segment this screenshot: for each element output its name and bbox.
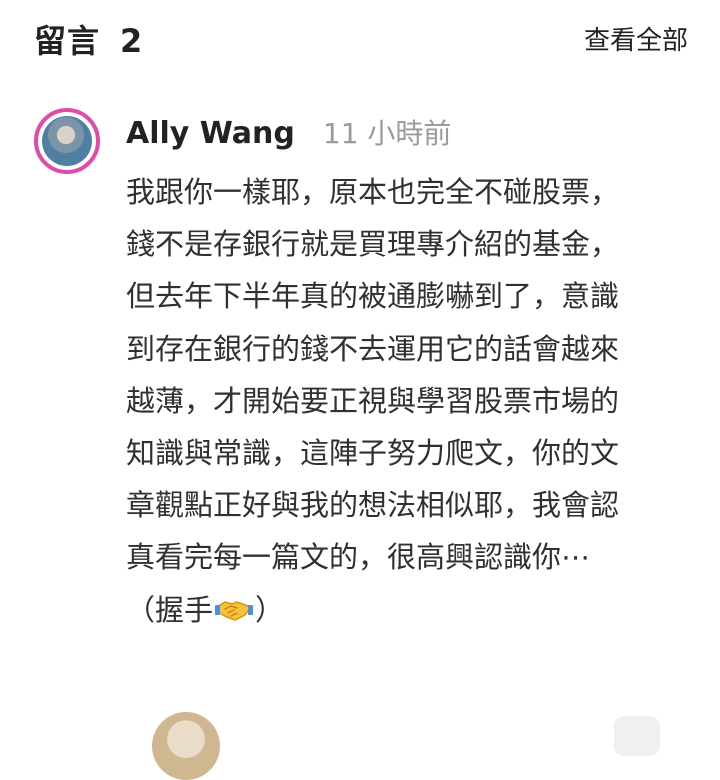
comments-header: 留言 2 查看全部 bbox=[34, 14, 688, 60]
comment-body: 我跟你一樣耶，原本也完全不碰股票， 錢不是存銀行就是買理專介紹的基金， 但去年下… bbox=[126, 166, 686, 636]
comment-time: 11 小時前 bbox=[322, 117, 452, 150]
comments-title: 留言 2 bbox=[34, 16, 143, 62]
comment-line: 我跟你一樣耶，原本也完全不碰股票， bbox=[126, 175, 620, 209]
comment-author[interactable]: Ally Wang bbox=[126, 116, 295, 151]
comment-line: 到存在銀行的錢不去運用它的話會越來 bbox=[126, 331, 620, 366]
comment-line: 知識與常識，這陣子努力爬文，你的文 bbox=[126, 436, 620, 471]
comments-title-label: 留言 bbox=[34, 22, 101, 60]
comment-line: 章觀點正好與我的想法相似耶，我會認 bbox=[126, 488, 620, 523]
comment-line: 錢不是存銀行就是買理專介紹的基金， bbox=[126, 227, 620, 262]
comment-line: 真看完每一篇文的，很高興認識你⋯ bbox=[126, 540, 591, 575]
next-comment-icon[interactable] bbox=[614, 716, 660, 756]
view-all-link[interactable]: 查看全部 bbox=[584, 20, 688, 57]
comment-last-close: ） bbox=[255, 592, 285, 627]
comment-last-open: （握手 bbox=[126, 592, 214, 627]
comments-count: 2 bbox=[120, 22, 144, 60]
comment-meta: Ally Wang 11 小時前 bbox=[126, 112, 451, 152]
handshake-icon bbox=[215, 600, 254, 621]
comment-line: 越薄，才開始要正視與學習股票市場的 bbox=[126, 383, 620, 418]
avatar-image bbox=[42, 116, 92, 166]
comment-line: 但去年下半年真的被通膨嚇到了，意識 bbox=[126, 279, 620, 314]
next-comment-avatar[interactable] bbox=[152, 712, 220, 780]
comment-line-last: （握手 ） bbox=[126, 584, 686, 636]
avatar[interactable] bbox=[34, 108, 100, 174]
